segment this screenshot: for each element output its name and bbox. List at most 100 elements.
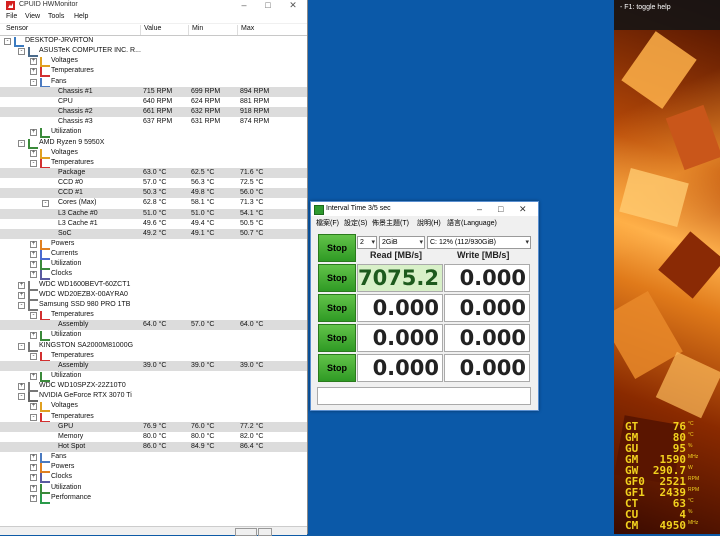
sensor-row[interactable]: CPU 640 RPM 624 RPM 881 RPM (0, 97, 307, 107)
column-sensor[interactable]: Sensor (3, 25, 28, 35)
collapse-toggle[interactable]: - (30, 413, 37, 421)
sensor-row[interactable]: + Utilization (0, 483, 307, 494)
expand-toggle[interactable]: + (30, 251, 37, 259)
menu-view[interactable]: View (25, 13, 40, 20)
expand-toggle[interactable]: + (30, 464, 37, 472)
sensor-row[interactable]: + Powers (0, 462, 307, 474)
collapse-toggle[interactable]: - (18, 301, 25, 309)
menu-help[interactable]: Help (74, 13, 88, 20)
minimize-button[interactable]: – (232, 0, 256, 11)
sensor-row[interactable]: CCD #0 57.0 °C 56.3 °C 72.5 °C (0, 178, 307, 188)
size-select[interactable]: 2GiB ▾ (379, 236, 425, 249)
sensor-row[interactable]: - Temperatures (0, 351, 307, 362)
sensor-row[interactable]: + Voltages (0, 401, 307, 413)
column-value[interactable]: Value (140, 25, 161, 35)
menu-help[interactable]: 說明(H) (417, 218, 441, 228)
minimize-button[interactable]: – (477, 204, 482, 214)
expand-toggle[interactable]: + (30, 474, 37, 482)
stop-button[interactable]: Stop (318, 354, 356, 382)
menu-theme[interactable]: 佈景主題(T) (372, 218, 409, 228)
sensor-row[interactable]: Hot Spot 86.0 °C 84.9 °C 86.4 °C (0, 442, 307, 452)
collapse-toggle[interactable]: - (30, 312, 37, 320)
expand-toggle[interactable]: + (30, 332, 37, 340)
sensor-row[interactable]: + WDC WD1600BEVT-60ZCT1 (0, 280, 307, 291)
sensor-row[interactable]: - AMD Ryzen 9 5950X (0, 138, 307, 149)
menu-file[interactable]: 檔案(F) (316, 218, 339, 228)
sensor-row[interactable]: + Temperatures (0, 66, 307, 78)
sensor-row[interactable]: - Temperatures (0, 412, 307, 423)
collapse-toggle[interactable]: - (42, 200, 49, 208)
sensor-row[interactable]: + Utilization (0, 330, 307, 342)
collapse-toggle[interactable]: - (18, 48, 25, 56)
collapse-toggle[interactable]: - (30, 159, 37, 167)
expand-toggle[interactable]: + (30, 271, 37, 279)
sensor-row[interactable]: - DESKTOP-JRVRTON (0, 36, 307, 47)
column-min[interactable]: Min (188, 25, 203, 35)
sensor-row[interactable]: Chassis #3 637 RPM 631 RPM 874 RPM (0, 117, 307, 127)
collapse-toggle[interactable]: - (18, 393, 25, 401)
sensor-row[interactable]: - Fans (0, 77, 307, 88)
drive-select[interactable]: C: 12% (112/930GiB) ▾ (427, 236, 531, 249)
column-max[interactable]: Max (237, 25, 254, 35)
sensor-row[interactable]: SoC 49.2 °C 49.1 °C 50.7 °C (0, 228, 307, 239)
interval-titlebar[interactable]: Interval Time 3/5 sec – □ ✕ (311, 202, 538, 216)
sensor-row[interactable]: + Utilization (0, 127, 307, 139)
sensor-row[interactable]: CCD #1 50.3 °C 49.8 °C 56.0 °C (0, 188, 307, 199)
comment-input[interactable] (317, 387, 531, 405)
sensor-row[interactable]: L3 Cache #1 49.6 °C 49.4 °C 50.5 °C (0, 219, 307, 229)
sensor-row[interactable]: - ASUSTeK COMPUTER INC. R... (0, 46, 307, 58)
sensor-row[interactable]: + Clocks (0, 269, 307, 281)
sensor-row[interactable]: + WDC WD10SPZX-22Z10T0 (0, 381, 307, 393)
sensor-row[interactable]: L3 Cache #0 51.0 °C 51.0 °C 54.1 °C (0, 208, 307, 219)
expand-toggle[interactable]: + (30, 372, 37, 380)
expand-toggle[interactable]: + (18, 383, 25, 391)
sensor-row[interactable]: + Utilization (0, 371, 307, 382)
sensor-row[interactable]: + Voltages (0, 148, 307, 159)
sensor-row[interactable]: Assembly 64.0 °C 57.0 °C 64.0 °C (0, 320, 307, 331)
sensor-row[interactable]: - KINGSTON SA2000M81000G (0, 341, 307, 352)
collapse-toggle[interactable]: - (18, 139, 25, 147)
expand-toggle[interactable]: + (30, 149, 37, 157)
stop-all-button[interactable]: Stop (318, 234, 356, 262)
menu-file[interactable]: File (6, 13, 17, 20)
expand-toggle[interactable]: + (30, 68, 37, 76)
expand-toggle[interactable]: + (30, 58, 37, 66)
sensor-row[interactable]: + Fans (0, 452, 307, 464)
stop-button[interactable]: Stop (318, 324, 356, 352)
expand-toggle[interactable]: + (30, 494, 37, 502)
sensor-row[interactable]: - Temperatures (0, 310, 307, 322)
sensor-row[interactable]: + Performance (0, 493, 307, 504)
expand-toggle[interactable]: + (30, 241, 37, 248)
menu-settings[interactable]: 設定(S) (344, 218, 367, 228)
expand-toggle[interactable]: + (30, 261, 37, 269)
expand-toggle[interactable]: + (30, 454, 37, 462)
collapse-toggle[interactable]: - (30, 78, 37, 86)
expand-toggle[interactable]: + (30, 129, 37, 137)
sensor-row[interactable]: + Utilization (0, 259, 307, 271)
sensor-row[interactable]: - Cores (Max) 62.8 °C 58.1 °C 71.3 °C (0, 198, 307, 208)
collapse-toggle[interactable]: - (30, 352, 37, 360)
sensor-row[interactable]: Package 63.0 °C 62.5 °C 71.6 °C (0, 167, 307, 178)
close-button[interactable]: ✕ (519, 204, 527, 215)
count-select[interactable]: 2 ▾ (357, 236, 377, 249)
menu-language[interactable]: 語言(Language) (447, 218, 497, 228)
sensor-row[interactable]: + Voltages (0, 56, 307, 68)
menu-tools[interactable]: Tools (48, 13, 64, 20)
expand-toggle[interactable]: + (30, 403, 37, 411)
sensor-row[interactable]: Chassis #1 715 RPM 699 RPM 894 RPM (0, 86, 307, 97)
sensor-row[interactable]: - Temperatures (0, 158, 307, 169)
hwmonitor-titlebar[interactable]: CPUID HWMonitor – □ ✕ (0, 0, 307, 11)
sensor-row[interactable]: - NVIDIA GeForce RTX 3070 Ti (0, 391, 307, 403)
collapse-toggle[interactable]: - (4, 38, 11, 45)
sensor-row[interactable]: Memory 80.0 °C 80.0 °C 82.0 °C (0, 432, 307, 442)
stop-button[interactable]: Stop (318, 264, 356, 292)
sensor-row[interactable]: + Currents (0, 249, 307, 261)
expand-toggle[interactable]: + (30, 484, 37, 492)
close-button[interactable]: ✕ (281, 0, 305, 11)
sensor-row[interactable]: + Powers (0, 239, 307, 250)
collapse-toggle[interactable]: - (18, 342, 25, 350)
expand-toggle[interactable]: + (18, 281, 25, 289)
stop-button[interactable]: Stop (318, 294, 356, 322)
maximize-button[interactable]: □ (256, 0, 280, 11)
sensor-row[interactable]: - Samsung SSD 980 PRO 1TB (0, 300, 307, 311)
